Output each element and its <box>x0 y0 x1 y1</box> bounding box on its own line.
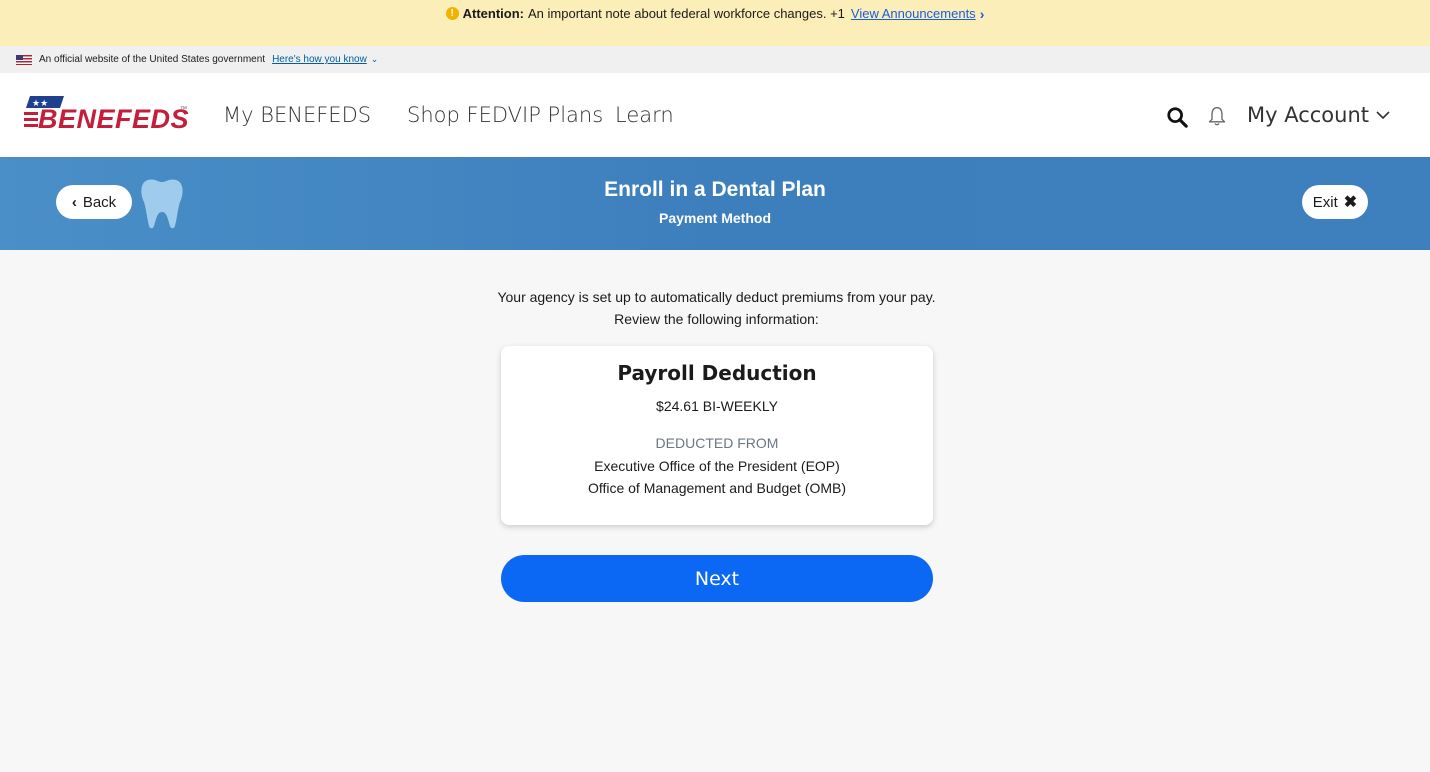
page-title: Enroll in a Dental Plan <box>604 178 826 201</box>
sub-agency-name: Office of Management and Budget (OMB) <box>587 480 847 496</box>
chevron-down-icon <box>1376 111 1390 120</box>
search-icon[interactable] <box>1166 106 1188 128</box>
card-title: Payroll Deduction <box>617 361 817 385</box>
exit-button[interactable]: Exit ✖ <box>1302 185 1368 219</box>
nav-my-benefeds[interactable]: My BENEFEDS <box>223 73 371 157</box>
intro-text: Your agency is set up to automatically d… <box>497 289 936 305</box>
warning-icon: ! <box>445 7 459 20</box>
payroll-deduction-card: Payroll Deduction $24.61 BI-WEEKLY DEDUC… <box>501 346 933 525</box>
bell-icon[interactable] <box>1207 105 1227 127</box>
my-account-label: My Account <box>1247 103 1370 127</box>
announcement-label: Attention: <box>462 6 524 21</box>
chevron-right-icon[interactable]: › <box>980 6 985 22</box>
gov-banner-text: An official website of the United States… <box>39 54 266 65</box>
announcement-bar: ! Attention: An important note about fed… <box>0 0 1430 46</box>
next-button[interactable]: Next <box>501 555 933 602</box>
benefeds-logo[interactable]: ★★ BENEFEDS ™ <box>24 94 189 136</box>
us-flag-icon <box>16 54 32 65</box>
logo-text: BENEFEDS <box>38 104 190 134</box>
agency-name: Executive Office of the President (EOP) <box>594 458 840 474</box>
exit-label: Exit <box>1312 193 1338 211</box>
nav-shop-fedvip-plans[interactable]: Shop FEDVIP Plans <box>407 73 603 157</box>
how-you-know-link[interactable]: Here's how you know <box>272 54 367 65</box>
page-subtitle: Payment Method <box>658 210 771 226</box>
view-announcements-link[interactable]: View Announcements <box>851 6 976 21</box>
my-account-menu[interactable]: My Account <box>1247 73 1391 157</box>
deduction-amount: $24.61 BI-WEEKLY <box>656 398 778 414</box>
site-header: ★★ BENEFEDS ™ My BENEFEDS Shop FEDVIP Pl… <box>0 73 1430 157</box>
nav-learn[interactable]: Learn <box>615 73 674 157</box>
announcement-text: An important note about federal workforc… <box>528 6 845 21</box>
close-icon: ✖ <box>1343 194 1358 211</box>
enrollment-banner <box>0 157 1430 250</box>
gov-banner: An official website of the United States… <box>0 46 1430 73</box>
chevron-down-icon[interactable]: ⌄ <box>371 54 379 65</box>
intro-text-secondary: Review the following information: <box>614 311 819 327</box>
trademark-mark: ™ <box>180 106 187 113</box>
deducted-from-label: DEDUCTED FROM <box>655 435 779 451</box>
